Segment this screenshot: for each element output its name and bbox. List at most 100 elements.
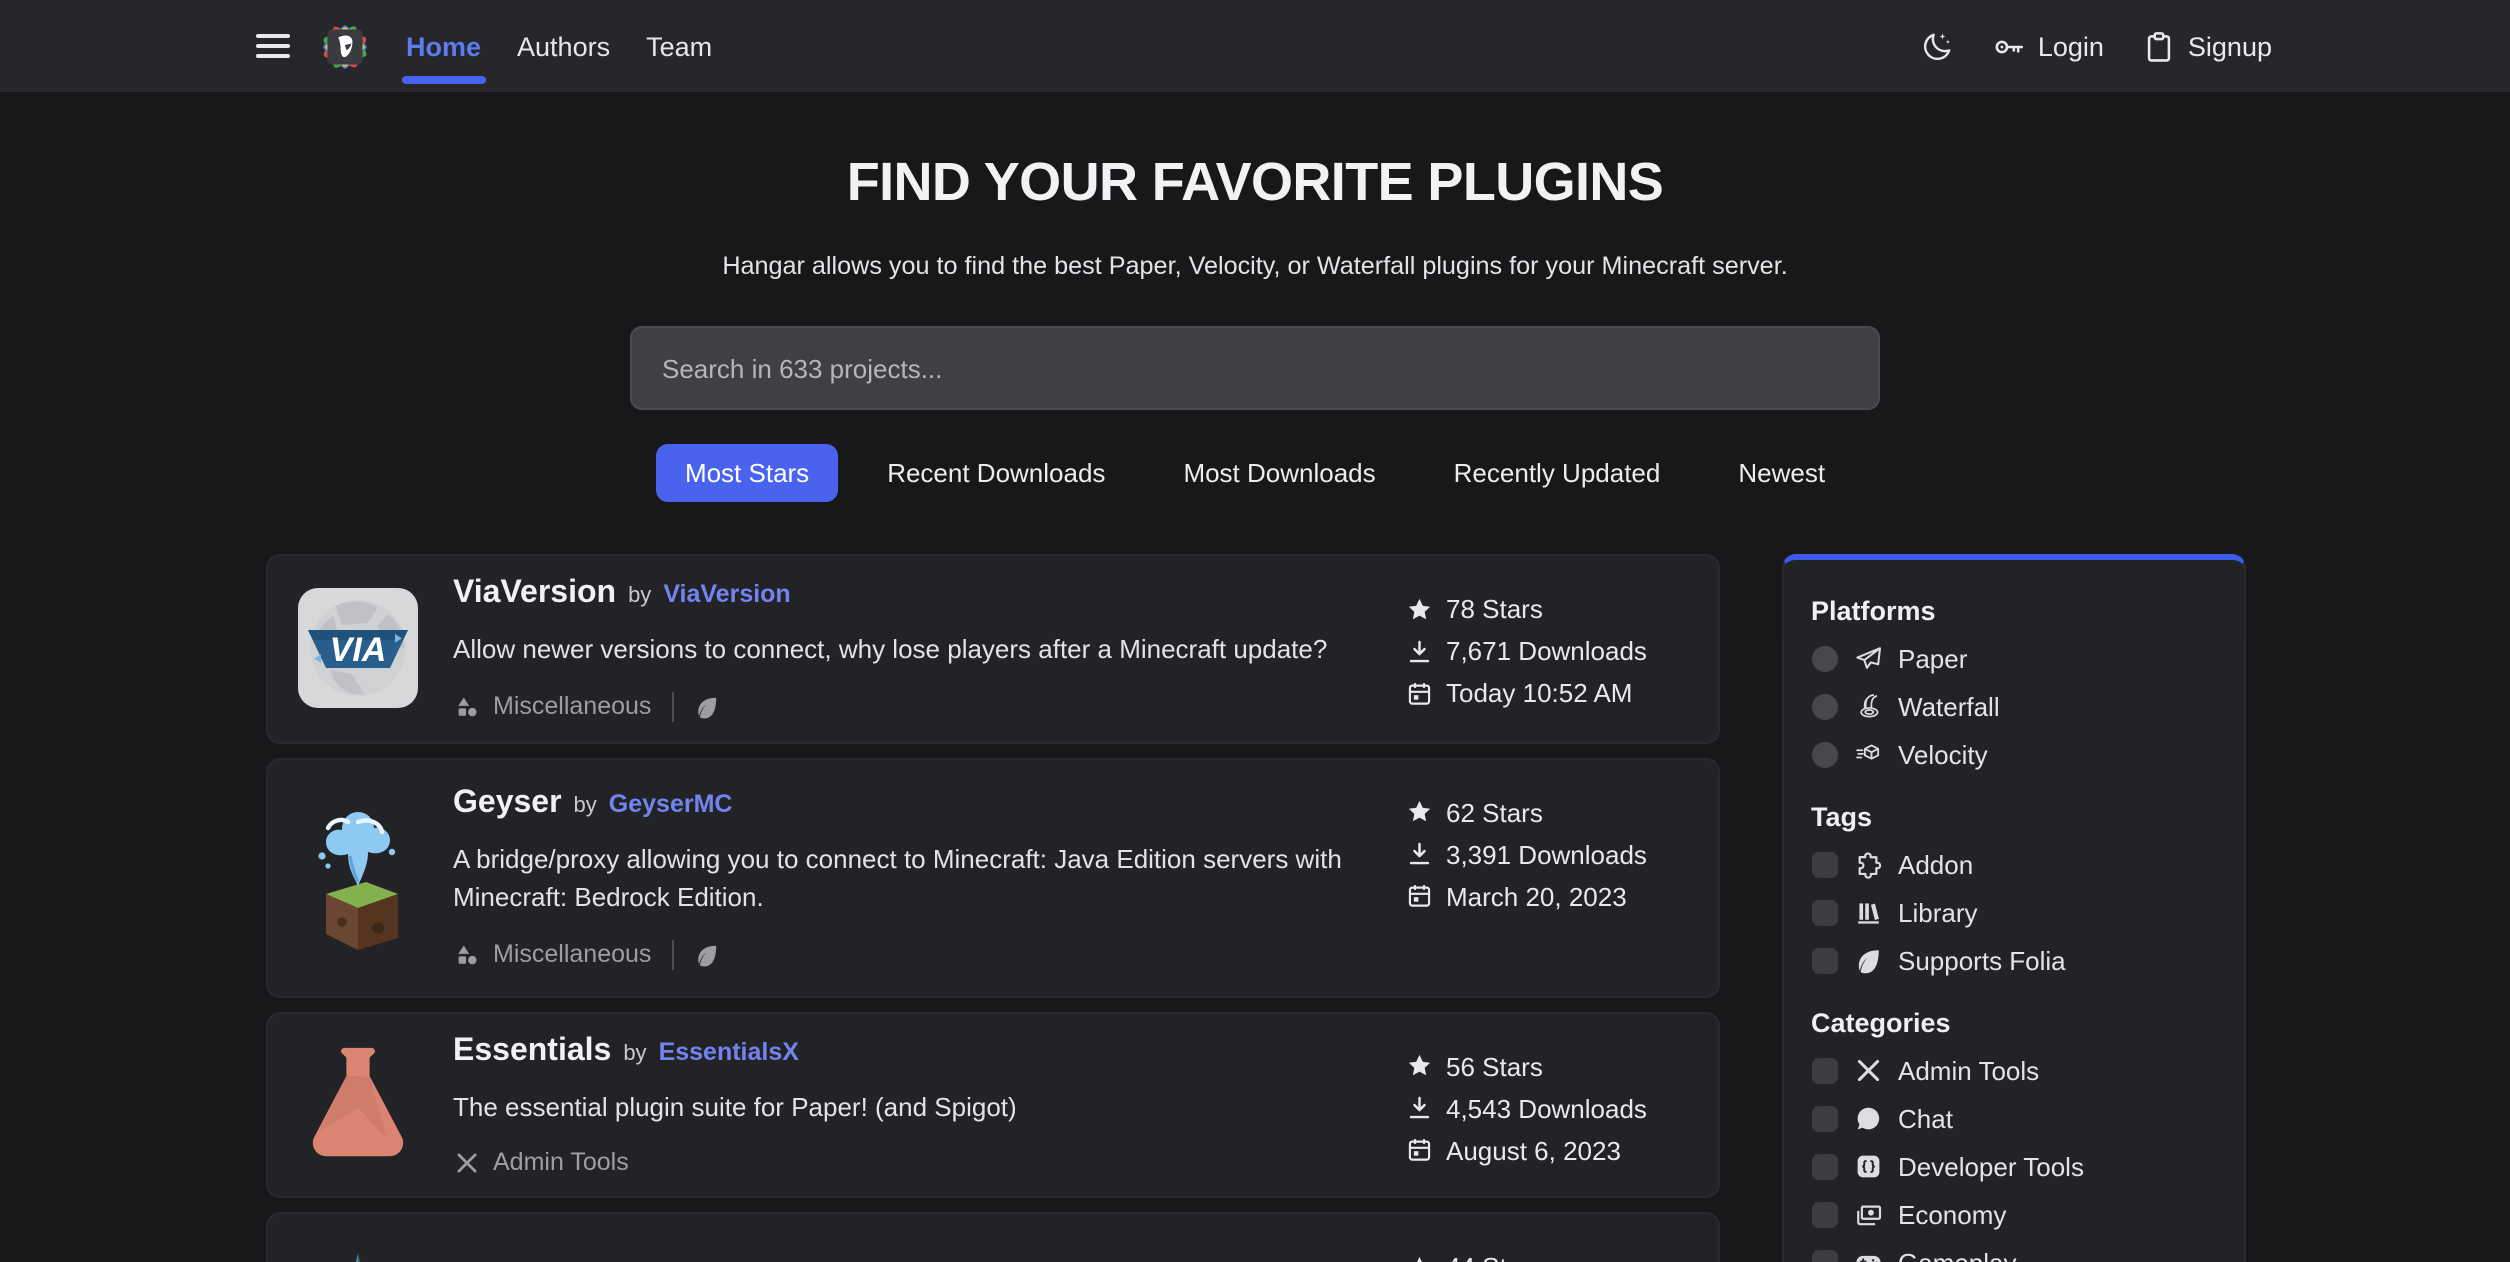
download-icon <box>1405 638 1432 665</box>
shapes-icon <box>453 693 479 719</box>
category-label: Miscellaneous <box>493 940 651 968</box>
download-icon <box>1405 1095 1432 1122</box>
hangar-logo[interactable] <box>318 19 372 73</box>
tag-option-addon[interactable]: Addon <box>1811 850 2215 880</box>
project-card-geyser[interactable]: Geyser by GeyserMC A bridge/proxy allowi… <box>265 757 1719 997</box>
divider <box>671 939 673 969</box>
hangar-home-page: Home Authors Team Login <box>0 0 2510 1262</box>
project-list: VIA ViaVersion by ViaVersion Allow newer… <box>265 554 1719 1262</box>
project-card-essentials[interactable]: Essentials by EssentialsX The essential … <box>265 1011 1719 1198</box>
checkbox-gameplay[interactable] <box>1811 1250 1837 1262</box>
shapes-icon <box>453 941 479 967</box>
calendar-icon <box>1405 883 1432 910</box>
category-option-developer-tools[interactable]: Developer Tools <box>1811 1152 2215 1182</box>
checkbox-admin-tools[interactable] <box>1811 1058 1837 1084</box>
calendar-icon <box>1405 1137 1432 1164</box>
category-label-admin-tools: Admin Tools <box>1898 1056 2039 1086</box>
project-card-viaversion[interactable]: VIA ViaVersion by ViaVersion Allow newer… <box>265 554 1719 743</box>
project-title[interactable]: Geyser <box>453 785 562 821</box>
project-icon-chunky <box>295 1234 419 1262</box>
platform-option-paper[interactable]: Paper <box>1811 644 2215 674</box>
gamepad-icon <box>1853 1249 1882 1262</box>
hero-section: FIND YOUR FAVORITE PLUGINS Hangar allows… <box>0 92 2510 502</box>
books-icon <box>1853 899 1882 928</box>
primary-nav: Home Authors Team <box>402 31 716 61</box>
nav-link-authors[interactable]: Authors <box>513 31 614 61</box>
checkbox-library[interactable] <box>1811 900 1837 926</box>
checkbox-chat[interactable] <box>1811 1106 1837 1132</box>
categories-heading: Categories <box>1811 1008 2215 1038</box>
search-input[interactable] <box>630 326 1880 410</box>
project-author-link[interactable]: GeyserMC <box>609 789 733 817</box>
category-option-chat[interactable]: Chat <box>1811 1104 2215 1134</box>
star-icon <box>1405 799 1432 826</box>
project-description: Allow newer versions to connect, why los… <box>453 630 1343 669</box>
by-label: by <box>628 584 651 608</box>
star-icon <box>1405 1053 1432 1080</box>
updated-value: August 6, 2023 <box>1446 1135 1621 1165</box>
navbar-actions: Login Signup <box>1920 29 2272 63</box>
nav-link-home[interactable]: Home <box>402 31 485 61</box>
page-title: FIND YOUR FAVORITE PLUGINS <box>0 152 2510 214</box>
signup-button[interactable]: Signup <box>2142 29 2272 63</box>
sort-recent-downloads[interactable]: Recent Downloads <box>859 444 1133 502</box>
category-option-admin-tools[interactable]: Admin Tools <box>1811 1056 2215 1086</box>
project-icon-geyser <box>295 779 419 975</box>
updated-value: Today 10:52 AM <box>1446 678 1632 708</box>
radio-paper[interactable] <box>1811 646 1837 672</box>
checkbox-addon[interactable] <box>1811 852 1837 878</box>
page-subtitle: Hangar allows you to find the best Paper… <box>0 252 2510 280</box>
checkbox-supports-folia[interactable] <box>1811 948 1837 974</box>
waterfall-icon <box>1853 693 1882 722</box>
project-description: The essential plugin suite for Paper! (a… <box>453 1087 1343 1126</box>
leaf-icon <box>1853 947 1882 976</box>
star-icon <box>1405 1254 1432 1262</box>
tag-option-library[interactable]: Library <box>1811 898 2215 928</box>
main-content: VIA ViaVersion by ViaVersion Allow newer… <box>265 554 2245 1262</box>
platform-option-waterfall[interactable]: Waterfall <box>1811 692 2215 722</box>
calendar-icon <box>1405 680 1432 707</box>
checkbox-economy[interactable] <box>1811 1202 1837 1228</box>
checkbox-developer-tools[interactable] <box>1811 1154 1837 1180</box>
login-label: Login <box>2038 31 2104 61</box>
project-title[interactable]: Essentials <box>453 1033 611 1069</box>
banknote-icon <box>1853 1201 1882 1230</box>
divider <box>671 691 673 721</box>
platform-option-velocity[interactable]: Velocity <box>1811 740 2215 770</box>
tag-label-library: Library <box>1898 898 1978 928</box>
nav-link-team[interactable]: Team <box>642 31 716 61</box>
category-label-economy: Economy <box>1898 1200 2006 1230</box>
sort-most-stars[interactable]: Most Stars <box>657 444 837 502</box>
theme-toggle-button[interactable] <box>1920 29 1954 63</box>
sort-recently-updated[interactable]: Recently Updated <box>1426 444 1689 502</box>
tag-option-supports-folia[interactable]: Supports Folia <box>1811 946 2215 976</box>
chat-bubble-icon <box>1853 1105 1882 1134</box>
stars-value: 62 Stars <box>1446 797 1543 827</box>
platform-label-waterfall: Waterfall <box>1898 692 2000 722</box>
category-option-economy[interactable]: Economy <box>1811 1200 2215 1230</box>
category-label-developer-tools: Developer Tools <box>1898 1152 2084 1182</box>
project-author-link[interactable]: ViaVersion <box>663 580 790 608</box>
folia-leaf-icon <box>693 941 719 967</box>
menu-button[interactable] <box>256 33 290 58</box>
downloads-value: 4,543 Downloads <box>1446 1093 1647 1123</box>
sort-newest[interactable]: Newest <box>1710 444 1853 502</box>
login-button[interactable]: Login <box>1992 29 2104 63</box>
project-stats: 62 Stars 3,391 Downloads March 20, 2023 <box>1405 797 1689 975</box>
radio-waterfall[interactable] <box>1811 694 1837 720</box>
updated-value: March 20, 2023 <box>1446 881 1627 911</box>
project-author-link[interactable]: EssentialsX <box>659 1037 799 1065</box>
project-description: A bridge/proxy allowing you to connect t… <box>453 839 1343 917</box>
category-label: Miscellaneous <box>493 692 651 720</box>
radio-velocity[interactable] <box>1811 742 1837 768</box>
filter-sidebar: Platforms Paper Waterfall <box>1781 554 2245 1262</box>
project-card-chunky[interactable]: Chunky by pop4959 44 Stars <box>265 1212 1719 1262</box>
category-option-gameplay[interactable]: Gameplay <box>1811 1248 2215 1262</box>
project-icon-viaversion: VIA <box>295 576 419 721</box>
project-stats: 44 Stars <box>1405 1252 1689 1262</box>
project-title[interactable]: ViaVersion <box>453 576 616 612</box>
platforms-heading: Platforms <box>1811 596 2215 626</box>
moon-icon <box>1920 29 1954 63</box>
sort-most-downloads[interactable]: Most Downloads <box>1155 444 1403 502</box>
platform-label-velocity: Velocity <box>1898 740 1988 770</box>
